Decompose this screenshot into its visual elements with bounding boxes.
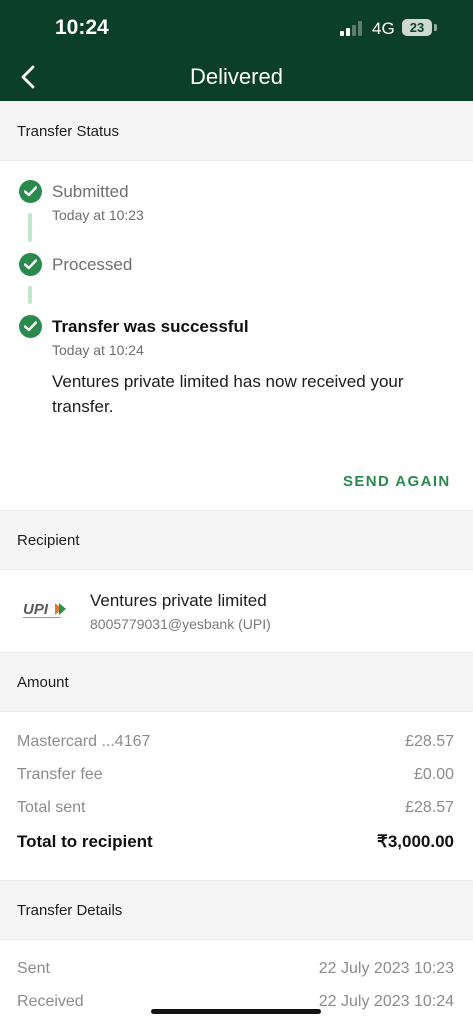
step-submitted-label: Submitted bbox=[52, 182, 129, 201]
amount-label: Total to recipient bbox=[17, 832, 153, 851]
amount-header: Amount bbox=[0, 652, 473, 712]
transfer-details-heading: Transfer Details bbox=[17, 902, 123, 919]
upi-logo-text: UPI bbox=[23, 601, 49, 618]
network-label: 4G bbox=[372, 19, 395, 38]
app-header: 10:24 4G 23 Delivered bbox=[0, 0, 473, 101]
recipient-upi-id: 8005779031@yesbank (UPI) bbox=[90, 616, 271, 632]
upi-logo-icon: UPI bbox=[23, 601, 66, 618]
details-row-sent: Sent 22 July 2023 10:23 bbox=[17, 960, 454, 984]
status-time: 10:24 bbox=[55, 16, 109, 39]
details-value: 22 July 2023 10:24 bbox=[318, 993, 454, 1010]
check-circle-icon bbox=[19, 180, 42, 203]
recipient-row[interactable] bbox=[0, 570, 473, 652]
step-success-message: Ventures private limited has now receive… bbox=[52, 372, 404, 416]
recipient-name: Ventures private limited bbox=[90, 591, 267, 610]
amount-value: £28.57 bbox=[405, 799, 454, 816]
step-connector bbox=[28, 213, 32, 242]
step-success-label: Transfer was successful bbox=[52, 317, 249, 336]
details-label: Received bbox=[17, 993, 84, 1010]
step-success-time: Today at 10:24 bbox=[52, 342, 144, 358]
amount-heading: Amount bbox=[17, 674, 69, 691]
amount-row-card: Mastercard ...4167 £28.57 bbox=[17, 733, 454, 757]
amount-value: ₹3,000.00 bbox=[377, 832, 454, 851]
amount-label: Total sent bbox=[17, 799, 86, 816]
amount-value: £0.00 bbox=[413, 766, 454, 783]
check-circle-icon bbox=[19, 253, 42, 276]
send-again-button[interactable]: SEND AGAIN bbox=[343, 473, 451, 490]
amount-label: Transfer fee bbox=[17, 766, 103, 783]
details-value: 22 July 2023 10:23 bbox=[318, 960, 454, 977]
recipient-header: Recipient bbox=[0, 510, 473, 570]
amount-value: £28.57 bbox=[405, 733, 454, 750]
amount-row-fee: Transfer fee £0.00 bbox=[17, 766, 454, 790]
transfer-status-heading: Transfer Status bbox=[17, 123, 119, 140]
transfer-status-header: Transfer Status bbox=[0, 101, 473, 161]
step-connector bbox=[28, 286, 32, 304]
battery-icon: 23 bbox=[402, 19, 432, 36]
step-submitted-time: Today at 10:23 bbox=[52, 207, 144, 223]
details-label: Sent bbox=[17, 960, 50, 977]
amount-row-total-recipient: Total to recipient ₹3,000.00 bbox=[17, 832, 454, 856]
check-circle-icon bbox=[19, 315, 42, 338]
transfer-details-header: Transfer Details bbox=[0, 880, 473, 940]
signal-icon bbox=[340, 20, 366, 36]
recipient-heading: Recipient bbox=[17, 532, 80, 549]
page-title: Delivered bbox=[190, 64, 283, 89]
step-processed-label: Processed bbox=[52, 255, 133, 274]
amount-label: Mastercard ...4167 bbox=[17, 733, 151, 750]
status-bar: 10:24 4G 23 bbox=[0, 0, 473, 56]
amount-row-total-sent: Total sent £28.57 bbox=[17, 799, 454, 823]
battery-nub bbox=[434, 24, 437, 31]
home-indicator bbox=[151, 1009, 321, 1014]
